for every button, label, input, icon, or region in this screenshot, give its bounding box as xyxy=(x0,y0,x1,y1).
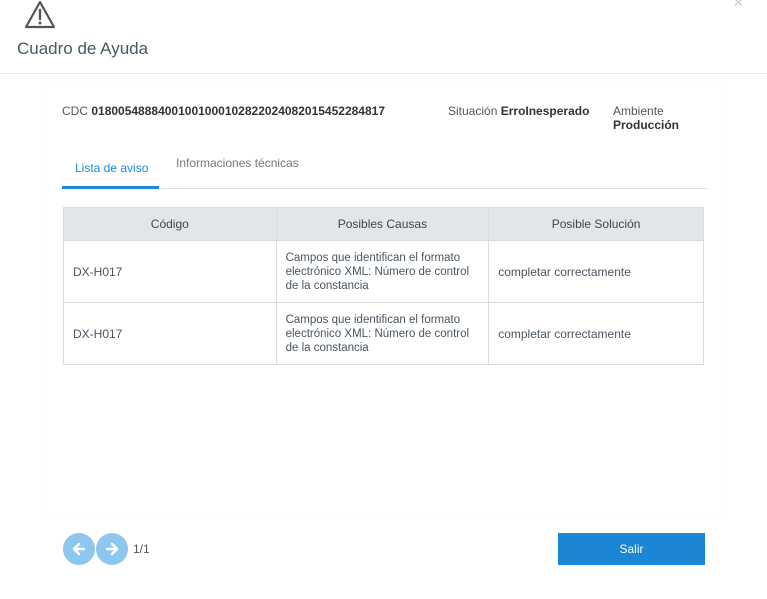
tab-bar: Lista de aviso Informaciones técnicas xyxy=(62,153,708,189)
exit-button[interactable]: Salir xyxy=(558,533,705,565)
cdc-value: 0180054888400100100010282202408201545228… xyxy=(91,104,385,118)
cell-causa: Campos que identifican el formato electr… xyxy=(275,302,490,365)
tab-lista-de-aviso[interactable]: Lista de aviso xyxy=(62,153,159,189)
cell-codigo: DX-H017 xyxy=(63,302,277,365)
situacion-info: Situación ErroInesperado xyxy=(448,104,589,118)
page-indicator: 1/1 xyxy=(133,542,150,556)
ambiente-info: Ambiente Producción xyxy=(613,104,679,132)
dialog-title: Cuadro de Ayuda xyxy=(17,39,149,58)
cdc-info: CDC 018005488840010010001028220240820154… xyxy=(62,104,385,118)
ambiente-label: Ambiente xyxy=(613,104,664,118)
warning-icon xyxy=(24,0,56,29)
cdc-label: CDC xyxy=(62,104,88,118)
cell-solucion: completar correctamente xyxy=(488,240,704,303)
situacion-label: Situación xyxy=(448,104,498,118)
ambiente-value: Producción xyxy=(613,118,680,132)
column-header-solucion: Posible Solución xyxy=(488,207,704,241)
column-header-codigo: Código xyxy=(63,207,277,241)
warnings-table: Código Posibles Causas Posible Solución … xyxy=(63,207,704,365)
cell-solucion: completar correctamente xyxy=(488,302,704,365)
close-icon[interactable]: ✕ xyxy=(733,0,744,9)
previous-page-button[interactable] xyxy=(63,533,95,565)
table-row: DX-H017 Campos que identifican el format… xyxy=(63,240,704,303)
next-page-button[interactable] xyxy=(96,533,128,565)
arrow-right-icon xyxy=(105,542,119,556)
tab-label: Lista de aviso xyxy=(75,161,149,175)
arrow-left-icon xyxy=(72,542,86,556)
column-header-causas: Posibles Causas xyxy=(275,207,490,241)
situacion-value: ErroInesperado xyxy=(500,104,590,118)
tab-label: Informaciones técnicas xyxy=(176,156,299,170)
dialog-header: Cuadro de Ayuda ✕ xyxy=(0,0,767,74)
cell-codigo: DX-H017 xyxy=(63,240,277,303)
cell-causa: Campos que identifican el formato electr… xyxy=(275,240,490,303)
table-row: DX-H017 Campos que identifican el format… xyxy=(63,302,704,365)
table-header-row: Código Posibles Causas Posible Solución xyxy=(63,207,704,241)
